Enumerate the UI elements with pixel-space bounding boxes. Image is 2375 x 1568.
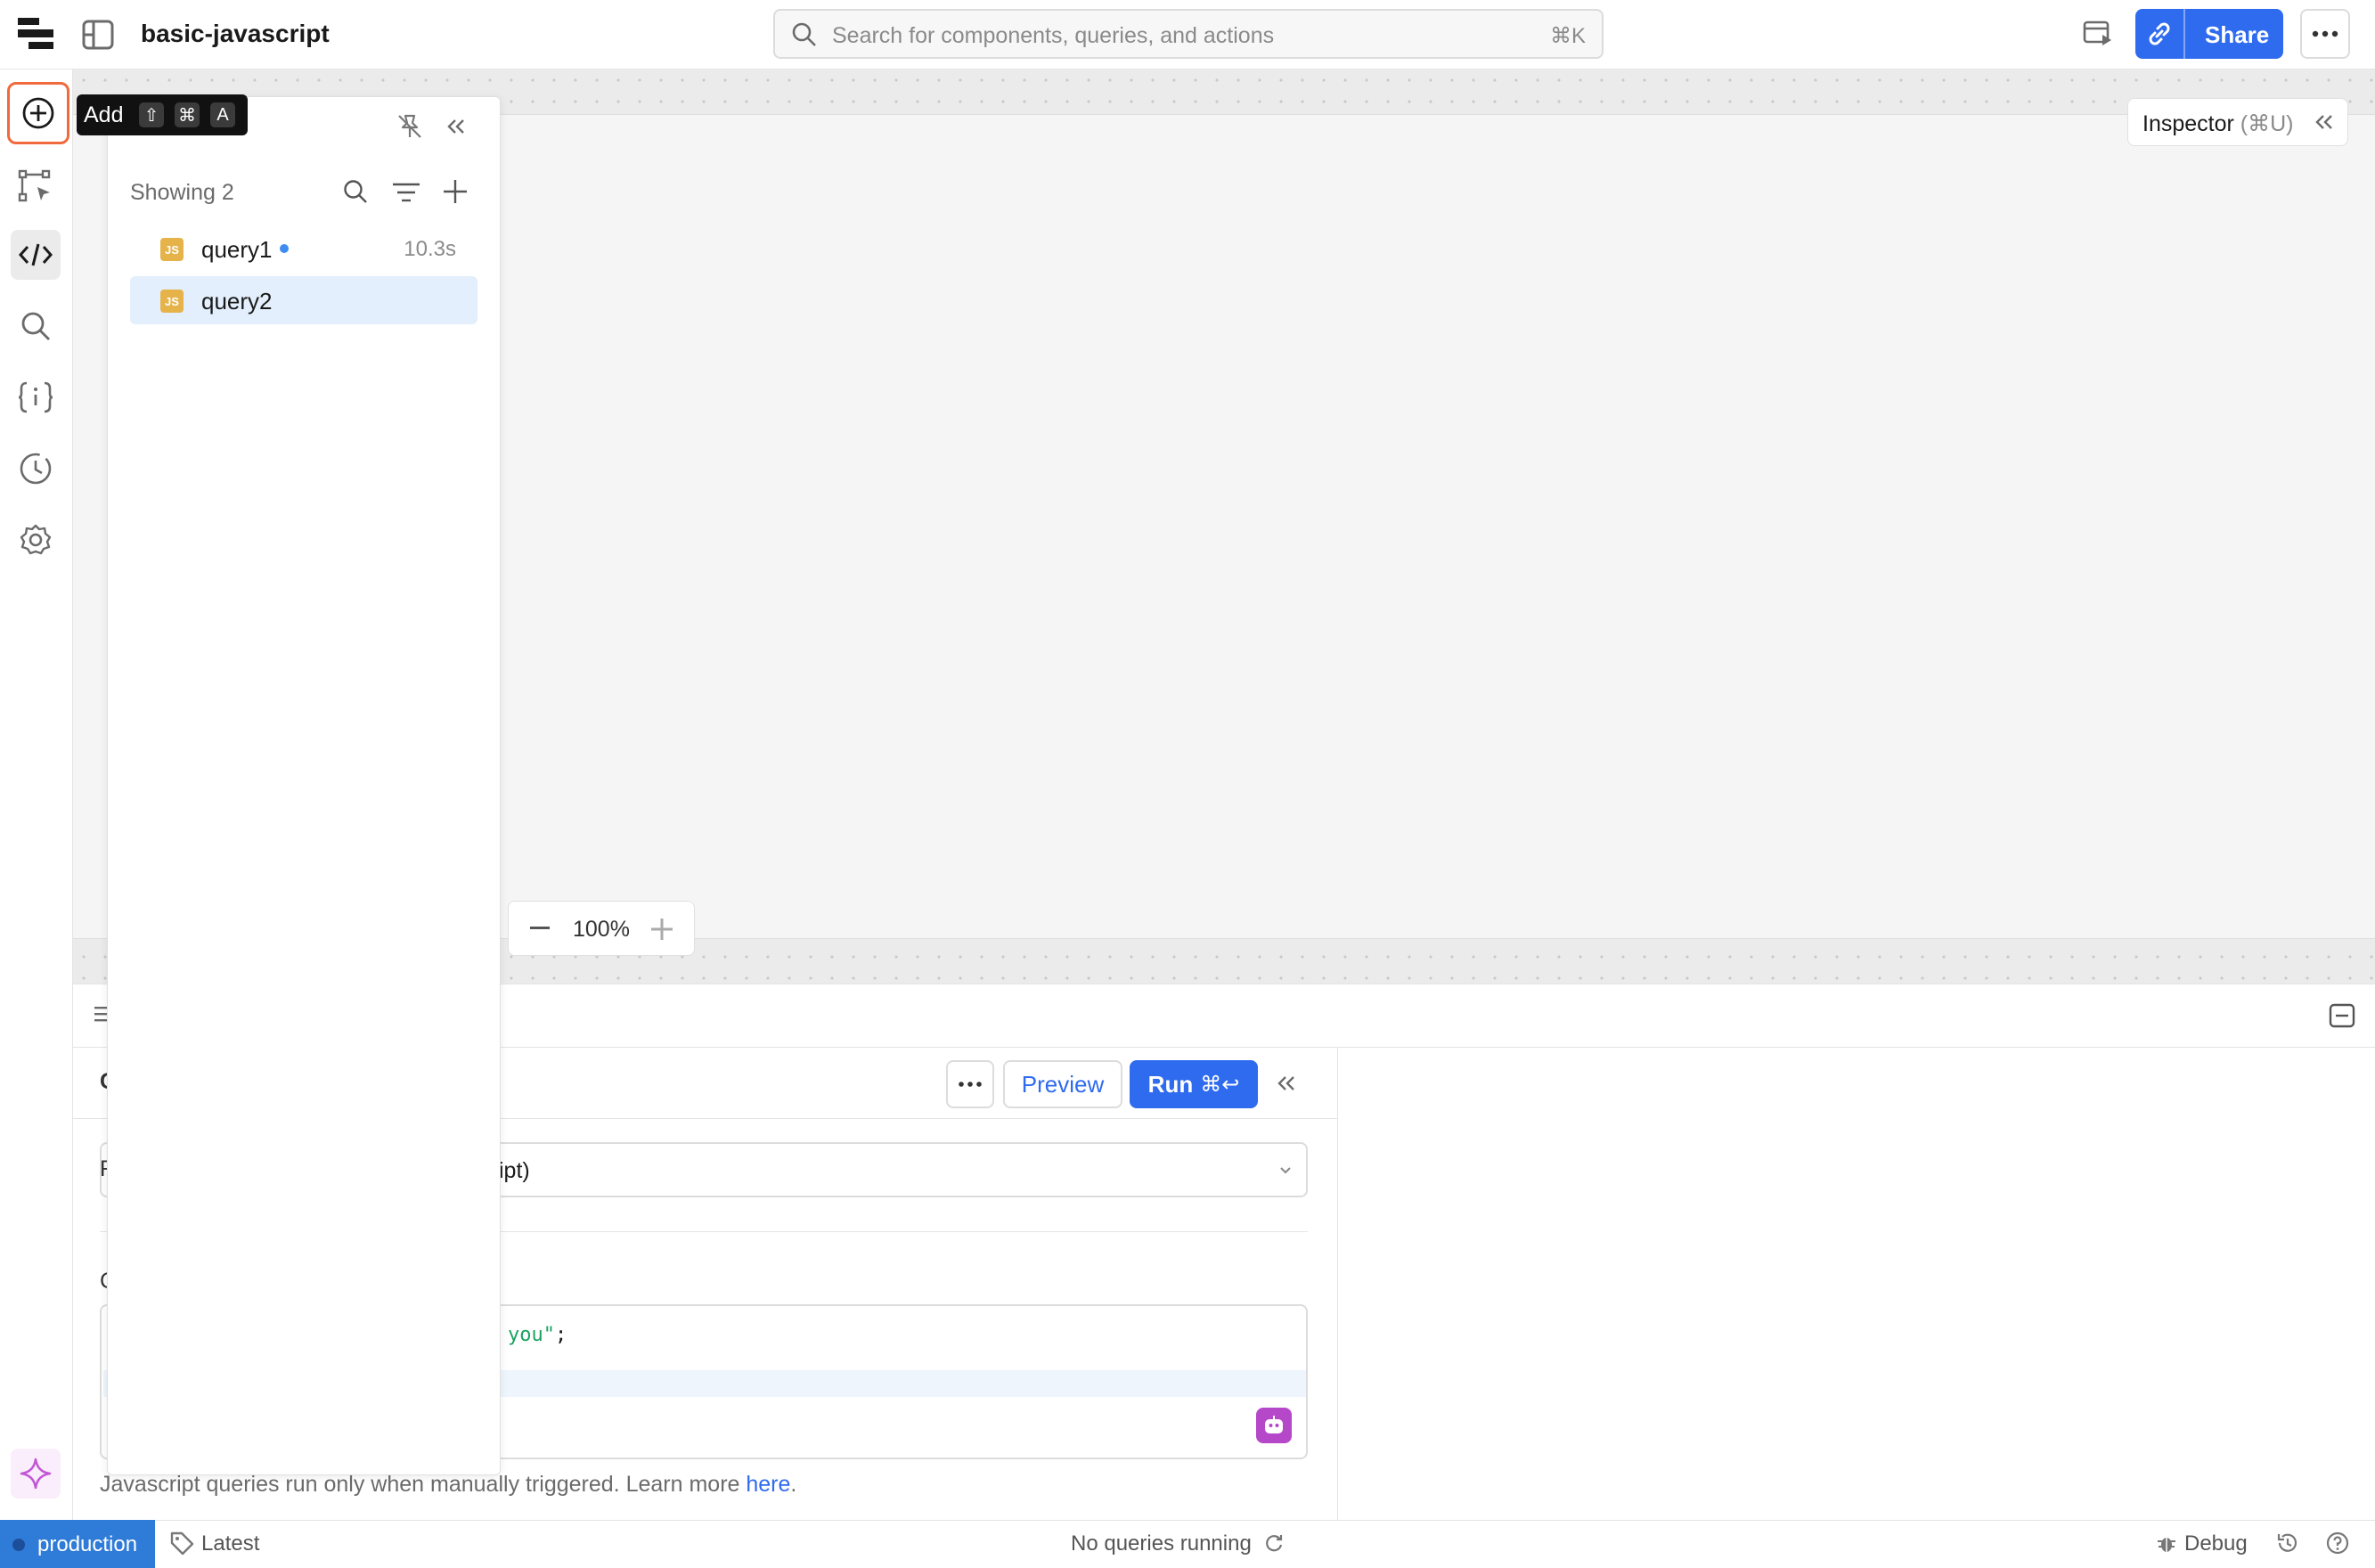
help-text-end: . bbox=[790, 1472, 797, 1497]
zoom-control: 100% bbox=[508, 901, 695, 956]
query-name: query2 bbox=[201, 288, 273, 314]
run-shortcut: ⌘↩ bbox=[1200, 1072, 1240, 1097]
inspector-label: Inspector bbox=[2142, 111, 2234, 136]
environment-dot bbox=[12, 1539, 25, 1551]
search-shortcut: ⌘K bbox=[1549, 24, 1586, 48]
bug-icon[interactable] bbox=[2156, 1532, 2177, 1554]
inspector-shortcut: (⌘U) bbox=[2240, 111, 2294, 136]
component-tree-button[interactable] bbox=[11, 160, 61, 210]
share-button[interactable]: Share bbox=[2135, 9, 2283, 59]
search-icon bbox=[21, 312, 50, 340]
clock-icon bbox=[20, 453, 52, 485]
js-badge-icon: JS bbox=[160, 238, 184, 261]
app-title[interactable]: basic-javascript bbox=[141, 20, 330, 48]
ellipsis-icon bbox=[2312, 30, 2338, 37]
js-badge-icon: JS bbox=[160, 290, 184, 313]
preview-button[interactable]: Preview bbox=[1003, 1060, 1122, 1108]
environment-badge[interactable]: production bbox=[0, 1520, 155, 1568]
tag-icon[interactable] bbox=[169, 1531, 194, 1556]
search-icon[interactable] bbox=[342, 178, 369, 205]
code-line: you"; bbox=[508, 1324, 567, 1346]
vector-cursor-icon bbox=[18, 169, 51, 202]
query-list-item[interactable]: JS query1 10.3s bbox=[130, 225, 477, 273]
learn-more-link[interactable]: here bbox=[746, 1472, 790, 1497]
share-label: Share bbox=[2205, 21, 2270, 48]
robot-icon bbox=[1265, 1416, 1283, 1433]
add-button[interactable] bbox=[7, 82, 69, 144]
double-chevron-left-icon bbox=[2314, 111, 2335, 133]
search-icon bbox=[791, 21, 818, 48]
unsaved-dot bbox=[280, 244, 289, 253]
minimize-panel-icon[interactable] bbox=[2329, 1003, 2355, 1028]
ellipsis-icon bbox=[959, 1082, 982, 1087]
zoom-value: 100% bbox=[573, 917, 630, 942]
code-icon bbox=[18, 243, 53, 266]
refresh-icon[interactable] bbox=[1263, 1532, 1285, 1554]
copy-link-icon[interactable] bbox=[2135, 9, 2185, 59]
query-name: query1 bbox=[201, 236, 273, 263]
run-button[interactable]: Run ⌘↩ bbox=[1130, 1060, 1258, 1108]
run-label: Run bbox=[1147, 1070, 1194, 1098]
panel-layout-icon[interactable] bbox=[82, 20, 114, 50]
collapse-panel-icon[interactable] bbox=[445, 116, 467, 137]
search-input[interactable]: Search for components, queries, and acti… bbox=[773, 9, 1604, 59]
sparkle-icon bbox=[20, 1458, 52, 1490]
help-icon[interactable] bbox=[2325, 1531, 2350, 1556]
more-options-button[interactable] bbox=[2300, 9, 2350, 59]
search-button[interactable] bbox=[11, 301, 61, 351]
help-text: Javascript queries run only when manuall… bbox=[100, 1472, 796, 1498]
query-list-item-selected[interactable]: JS query2 bbox=[130, 276, 477, 324]
environment-label: production bbox=[37, 1532, 138, 1556]
help-text-body: Javascript queries run only when manuall… bbox=[100, 1472, 747, 1497]
code-string: you" bbox=[508, 1324, 555, 1346]
shift-key: ⇧ bbox=[139, 102, 164, 127]
code-end: ; bbox=[554, 1324, 567, 1346]
unpin-icon[interactable] bbox=[396, 112, 424, 141]
code-button[interactable] bbox=[11, 230, 61, 280]
queries-status: No queries running bbox=[1071, 1531, 1252, 1556]
a-key: A bbox=[210, 102, 235, 127]
resource-value: ipt) bbox=[499, 1158, 530, 1183]
history-button[interactable] bbox=[11, 444, 61, 494]
filter-icon[interactable] bbox=[392, 182, 420, 203]
query-run-time: 10.3s bbox=[404, 237, 456, 261]
state-button[interactable] bbox=[11, 372, 61, 422]
query-more-button[interactable] bbox=[946, 1060, 994, 1108]
zoom-in-button[interactable] bbox=[651, 919, 673, 940]
inspector-toggle[interactable]: Inspector (⌘U) bbox=[2127, 98, 2348, 146]
braces-info-icon bbox=[18, 381, 53, 413]
plus-circle-icon bbox=[22, 97, 54, 129]
settings-button[interactable] bbox=[11, 515, 61, 565]
search-placeholder: Search for components, queries, and acti… bbox=[832, 23, 1275, 48]
collapse-editor-icon[interactable] bbox=[1276, 1073, 1297, 1094]
top-bar: basic-javascript Search for components, … bbox=[0, 0, 2375, 69]
add-tooltip: Add ⇧ ⌘ A bbox=[77, 94, 248, 135]
preview-app-icon[interactable] bbox=[2083, 20, 2113, 48]
command-key: ⌘ bbox=[175, 102, 200, 127]
zoom-out-button[interactable] bbox=[530, 927, 550, 930]
assist-button[interactable] bbox=[11, 1449, 61, 1499]
version-label[interactable]: Latest bbox=[201, 1531, 259, 1556]
debug-label[interactable]: Debug bbox=[2184, 1531, 2248, 1556]
chevron-down-icon bbox=[1277, 1162, 1294, 1178]
gear-icon bbox=[20, 524, 52, 555]
tooltip-label: Add bbox=[84, 102, 124, 127]
query-count: Showing 2 bbox=[130, 180, 234, 205]
retool-logo-icon[interactable] bbox=[18, 18, 57, 50]
left-rail bbox=[0, 69, 73, 1520]
ai-assist-button[interactable] bbox=[1256, 1408, 1292, 1443]
add-query-icon[interactable] bbox=[442, 178, 469, 205]
history-icon[interactable] bbox=[2275, 1531, 2300, 1556]
